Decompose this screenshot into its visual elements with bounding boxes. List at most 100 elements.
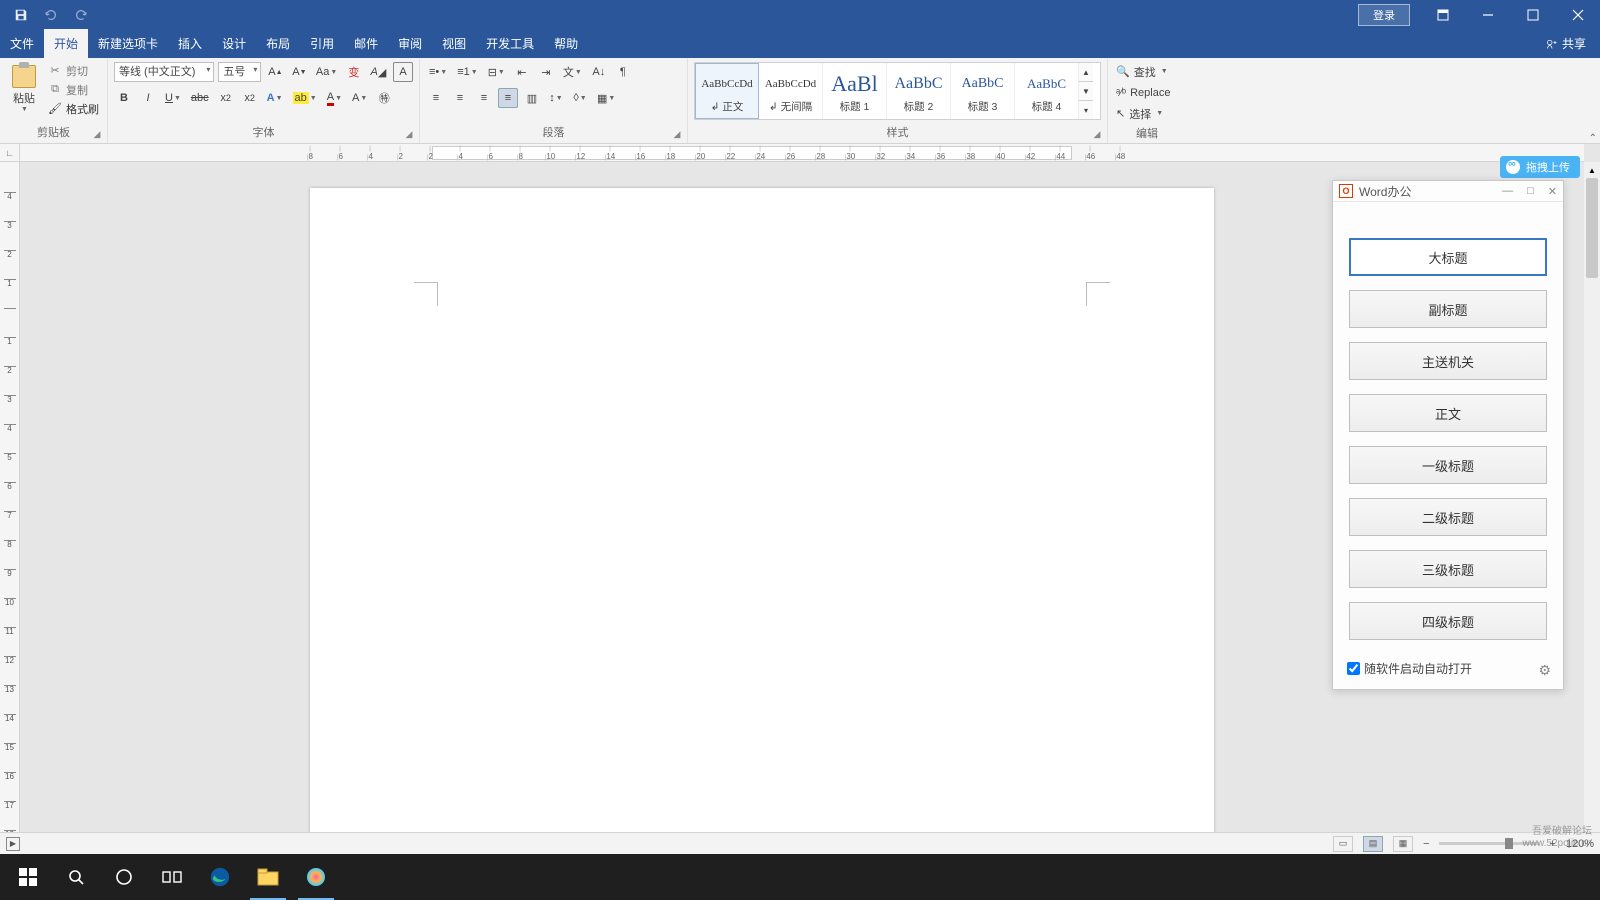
read-mode-button[interactable]: ▭ [1333,836,1353,852]
subscript-button[interactable]: x2 [216,88,236,108]
tab-6[interactable]: 邮件 [344,29,388,58]
change-case-button[interactable]: Aa▼ [313,62,339,82]
edge-taskbar-icon[interactable] [196,854,244,900]
increase-indent-button[interactable]: ⇥ [536,62,556,82]
shading-button[interactable]: ◊▼ [570,88,590,108]
collapse-ribbon-icon[interactable]: ⌃ [1589,133,1597,144]
sort-button[interactable]: A↓ [589,62,609,82]
select-button[interactable]: ↖选择▼ [1114,104,1180,123]
style-item-1[interactable]: AaBbCcDd↲ 无间隔 [759,63,823,119]
justify-button[interactable]: ≡ [498,88,518,108]
tab-8[interactable]: 视图 [432,29,476,58]
scroll-thumb[interactable] [1586,178,1598,278]
font-color-button[interactable]: A▼ [324,88,345,108]
autolaunch-checkbox[interactable] [1347,662,1360,675]
find-button[interactable]: 🔍查找▼ [1114,62,1180,81]
tab-0[interactable]: 开始 [44,29,88,58]
style-item-4[interactable]: AaBbC标题 3 [951,63,1015,119]
strikethrough-button[interactable]: abc [188,88,212,108]
italic-button[interactable]: I [138,88,158,108]
tab-10[interactable]: 帮助 [544,29,588,58]
tab-7[interactable]: 审阅 [388,29,432,58]
grow-font-button[interactable]: A▲ [265,62,285,82]
print-layout-button[interactable]: ▤ [1363,836,1383,852]
font-launcher-icon[interactable]: ◢ [403,129,415,141]
plugin-btn-2[interactable]: 主送机关 [1349,342,1547,380]
web-layout-button[interactable]: ▦ [1393,836,1413,852]
styles-scroll-down-icon[interactable]: ▼ [1079,82,1093,101]
style-item-3[interactable]: AaBbC标题 2 [887,63,951,119]
bold-button[interactable]: B [114,88,134,108]
plugin-btn-7[interactable]: 四级标题 [1349,602,1547,640]
copy-button[interactable]: ⧉复制 [46,81,101,98]
explorer-taskbar-icon[interactable] [244,854,292,900]
tab-1[interactable]: 新建选项卡 [88,29,168,58]
tab-3[interactable]: 设计 [212,29,256,58]
undo-icon[interactable] [42,6,60,24]
gear-icon[interactable]: ⚙ [1538,662,1551,679]
plugin-btn-4[interactable]: 一级标题 [1349,446,1547,484]
start-button[interactable] [4,854,52,900]
numbering-button[interactable]: ≡1▼ [454,62,480,82]
search-button[interactable] [52,854,100,900]
plugin-btn-0[interactable]: 大标题 [1349,238,1547,276]
align-right-button[interactable]: ≡ [474,88,494,108]
styles-expand-icon[interactable]: ▾ [1079,101,1093,119]
tab-4[interactable]: 布局 [256,29,300,58]
bullets-button[interactable]: ≡•▼ [426,62,450,82]
tab-9[interactable]: 开发工具 [476,29,544,58]
styles-scroll-up-icon[interactable]: ▲ [1079,63,1093,82]
task-view-button[interactable] [148,854,196,900]
format-painter-button[interactable]: 🖌格式刷 [46,100,101,117]
macro-record-icon[interactable]: ▶ [6,837,20,851]
distributed-button[interactable]: ▥ [522,88,542,108]
minimize-icon[interactable] [1465,0,1510,29]
zoom-out-button[interactable]: − [1423,838,1429,850]
shrink-font-button[interactable]: A▼ [289,62,309,82]
redo-icon[interactable] [72,6,90,24]
align-left-button[interactable]: ≡ [426,88,446,108]
clipboard-launcher-icon[interactable]: ◢ [91,129,103,141]
enclose-button[interactable]: ㊕ [374,88,394,108]
align-center-button[interactable]: ≡ [450,88,470,108]
vertical-scrollbar[interactable]: ▲ ▼ [1584,162,1600,870]
highlight-button[interactable]: ab▼ [290,88,320,108]
font-size-select[interactable]: 五号 [218,62,261,82]
underline-button[interactable]: U▼ [162,88,184,108]
plugin-maximize-icon[interactable]: □ [1527,185,1534,198]
enclose-characters-button[interactable]: A [393,62,413,82]
replace-button[interactable]: ᵃ⁄ᵇReplace [1114,83,1180,102]
multilevel-list-button[interactable]: ⊟▼ [485,62,508,82]
style-item-5[interactable]: AaBbC标题 4 [1015,63,1079,119]
plugin-btn-1[interactable]: 副标题 [1349,290,1547,328]
maximize-icon[interactable] [1510,0,1555,29]
character-shading-button[interactable]: A▼ [349,88,370,108]
superscript-button[interactable]: x2 [240,88,260,108]
borders-button[interactable]: ▦▼ [594,88,618,108]
line-spacing-button[interactable]: ↕▼ [546,88,566,108]
document-page[interactable] [310,188,1214,870]
close-icon[interactable] [1555,0,1600,29]
decrease-indent-button[interactable]: ⇤ [512,62,532,82]
save-icon[interactable] [12,6,30,24]
text-effects-button[interactable]: A▼ [264,88,286,108]
cortana-button[interactable] [100,854,148,900]
styles-launcher-icon[interactable]: ◢ [1091,129,1103,141]
plugin-btn-6[interactable]: 三级标题 [1349,550,1547,588]
tab-file[interactable]: 文件 [0,29,44,58]
login-button[interactable]: 登录 [1358,4,1410,26]
style-item-2[interactable]: AaBl标题 1 [823,63,887,119]
font-name-select[interactable]: 等线 (中文正文) [114,62,214,82]
tab-2[interactable]: 插入 [168,29,212,58]
clear-formatting-button[interactable]: A◢ [368,62,389,82]
tab-selector[interactable]: ∟ [0,144,20,162]
asian-layout-button[interactable]: 文▼ [560,62,585,82]
cut-button[interactable]: ✂剪切 [46,62,101,79]
app-taskbar-icon[interactable] [292,854,340,900]
tab-5[interactable]: 引用 [300,29,344,58]
drag-upload-badge[interactable]: 拖拽上传 [1500,156,1580,178]
share-button[interactable]: 共享 [1532,29,1600,58]
plugin-btn-5[interactable]: 二级标题 [1349,498,1547,536]
phonetic-guide-button[interactable]: 变 [344,62,364,82]
ribbon-display-options-icon[interactable] [1420,0,1465,29]
